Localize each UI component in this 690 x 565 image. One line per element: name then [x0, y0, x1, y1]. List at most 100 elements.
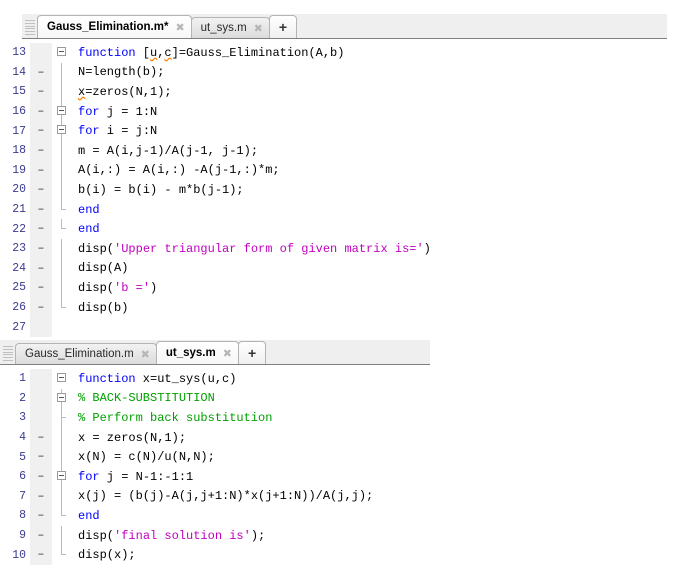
- line-marker[interactable]: –: [30, 525, 52, 546]
- fold-marker[interactable]: [52, 121, 74, 141]
- line-marker[interactable]: [30, 408, 52, 428]
- code-line[interactable]: 23 – disp('Upper triangular form of give…: [0, 238, 690, 259]
- tab-label: Gauss_Elimination.m*: [47, 21, 169, 33]
- close-icon[interactable]: ✖: [254, 23, 263, 34]
- code-line[interactable]: 26 – disp(b): [0, 297, 690, 318]
- code-text: function [u,c]=Gauss_Elimination(A,b): [78, 45, 345, 60]
- line-marker[interactable]: –: [30, 199, 52, 220]
- tab-label: Gauss_Elimination.m: [25, 348, 134, 360]
- new-tab-button[interactable]: +: [268, 15, 298, 38]
- line-marker[interactable]: –: [30, 180, 52, 200]
- line-number: 23: [0, 242, 30, 256]
- line-number: 15: [0, 85, 30, 99]
- line-number: 25: [0, 281, 30, 295]
- tab-ut-sys[interactable]: ut_sys.m ✖: [155, 341, 239, 364]
- line-number: 18: [0, 144, 30, 158]
- line-marker[interactable]: [30, 317, 52, 337]
- code-line[interactable]: 5 – x(N) = c(N)/u(N,N);: [0, 447, 690, 467]
- line-marker[interactable]: –: [30, 258, 52, 279]
- code-line[interactable]: 3 % Perform back substitution: [0, 408, 690, 428]
- line-marker[interactable]: [30, 369, 52, 389]
- code-line[interactable]: 6 – for j = N-1:-1:1: [0, 466, 690, 487]
- tab-gauss-elimination[interactable]: Gauss_Elimination.m* ✖: [37, 15, 192, 38]
- line-marker[interactable]: –: [30, 238, 52, 259]
- line-marker[interactable]: –: [30, 62, 52, 83]
- line-number: 16: [0, 105, 30, 119]
- fold-marker[interactable]: [52, 101, 74, 122]
- line-marker[interactable]: –: [30, 82, 52, 102]
- code-text: x=zeros(N,1);: [78, 84, 172, 99]
- line-number: 20: [0, 183, 30, 197]
- line-marker[interactable]: [30, 43, 52, 63]
- code-text: x(N) = c(N)/u(N,N);: [78, 450, 215, 465]
- line-marker[interactable]: –: [30, 427, 52, 448]
- line-marker[interactable]: –: [30, 121, 52, 141]
- line-marker[interactable]: –: [30, 466, 52, 487]
- panel-drag-handle-icon[interactable]: [25, 18, 35, 37]
- fold-marker[interactable]: [52, 388, 74, 409]
- line-number: 6: [0, 470, 30, 484]
- new-tab-button[interactable]: +: [237, 341, 267, 364]
- line-marker[interactable]: –: [30, 486, 52, 507]
- code-line[interactable]: 18 – m = A(i,j-1)/A(j-1, j-1);: [0, 140, 690, 161]
- fold-marker: [52, 506, 74, 526]
- code-line[interactable]: 4 – x = zeros(N,1);: [0, 427, 690, 448]
- code-text: x(j) = (b(j)-A(j,j+1:N)*x(j+1:N))/A(j,j)…: [78, 489, 374, 504]
- line-number: 21: [0, 203, 30, 217]
- line-marker[interactable]: –: [30, 506, 52, 526]
- fold-marker[interactable]: [52, 369, 74, 389]
- code-text: end: [78, 508, 100, 523]
- tab-ut-sys[interactable]: ut_sys.m ✖: [190, 17, 270, 38]
- code-line[interactable]: 20 – b(i) = b(i) - m*b(j-1);: [0, 180, 690, 200]
- line-marker[interactable]: –: [30, 297, 52, 318]
- line-number: 26: [0, 301, 30, 315]
- code-line[interactable]: 1 function x=ut_sys(u,c): [0, 369, 690, 389]
- line-marker[interactable]: –: [30, 278, 52, 298]
- code-line[interactable]: 8 – end: [0, 506, 690, 526]
- fold-marker[interactable]: [52, 43, 74, 63]
- code-line[interactable]: 21 – end: [0, 199, 690, 220]
- fold-marker: [52, 180, 74, 200]
- code-line[interactable]: 19 – A(i,:) = A(i,:) -A(j-1,:)*m;: [0, 160, 690, 181]
- code-line[interactable]: 7 – x(j) = (b(j)-A(j,j+1:N)*x(j+1:N))/A(…: [0, 486, 690, 507]
- line-marker[interactable]: –: [30, 140, 52, 161]
- code-line[interactable]: 22 – end: [0, 219, 690, 239]
- line-marker[interactable]: [30, 388, 52, 409]
- close-icon[interactable]: ✖: [223, 348, 232, 359]
- code-line[interactable]: 2 % BACK-SUBSTITUTION: [0, 388, 690, 409]
- line-number: 13: [0, 46, 30, 60]
- code-line[interactable]: 25 – disp('b ='): [0, 278, 690, 298]
- code-line[interactable]: 13 function [u,c]=Gauss_Elimination(A,b): [0, 43, 690, 63]
- code-line[interactable]: 16 – for j = 1:N: [0, 101, 690, 122]
- code-text: end: [78, 222, 100, 237]
- line-marker[interactable]: –: [30, 545, 52, 565]
- code-text: A(i,:) = A(i,:) -A(j-1,:)*m;: [78, 163, 280, 178]
- panel-drag-handle-icon[interactable]: [3, 344, 13, 363]
- line-number: 4: [0, 431, 30, 445]
- code-line[interactable]: 15 – x=zeros(N,1);: [0, 82, 690, 102]
- line-marker[interactable]: –: [30, 219, 52, 239]
- fold-marker[interactable]: [52, 466, 74, 487]
- line-marker[interactable]: –: [30, 101, 52, 122]
- code-text: N=length(b);: [78, 65, 165, 80]
- line-marker[interactable]: –: [30, 160, 52, 181]
- line-marker[interactable]: –: [30, 447, 52, 467]
- code-line[interactable]: 27: [0, 317, 690, 337]
- code-text: for j = N-1:-1:1: [78, 469, 194, 484]
- code-area-bottom[interactable]: 1 function x=ut_sys(u,c) 2 % BACK-SUBSTI…: [0, 365, 690, 565]
- fold-marker: [52, 486, 74, 507]
- line-number: 19: [0, 163, 30, 177]
- code-area-top[interactable]: 13 function [u,c]=Gauss_Elimination(A,b)…: [0, 39, 690, 337]
- close-icon[interactable]: ✖: [141, 349, 150, 360]
- code-line[interactable]: 10 – disp(x);: [0, 545, 690, 565]
- fold-marker: [52, 238, 74, 259]
- code-line[interactable]: 9 – disp('final solution is');: [0, 525, 690, 546]
- tab-gauss-elimination[interactable]: Gauss_Elimination.m ✖: [15, 343, 157, 364]
- close-icon[interactable]: ✖: [175, 22, 184, 33]
- code-line[interactable]: 17 – for i = j:N: [0, 121, 690, 141]
- code-line[interactable]: 14 – N=length(b);: [0, 62, 690, 83]
- code-text: disp(b): [78, 300, 129, 315]
- code-text: for j = 1:N: [78, 104, 158, 119]
- code-line[interactable]: 24 – disp(A): [0, 258, 690, 279]
- fold-marker: [52, 82, 74, 102]
